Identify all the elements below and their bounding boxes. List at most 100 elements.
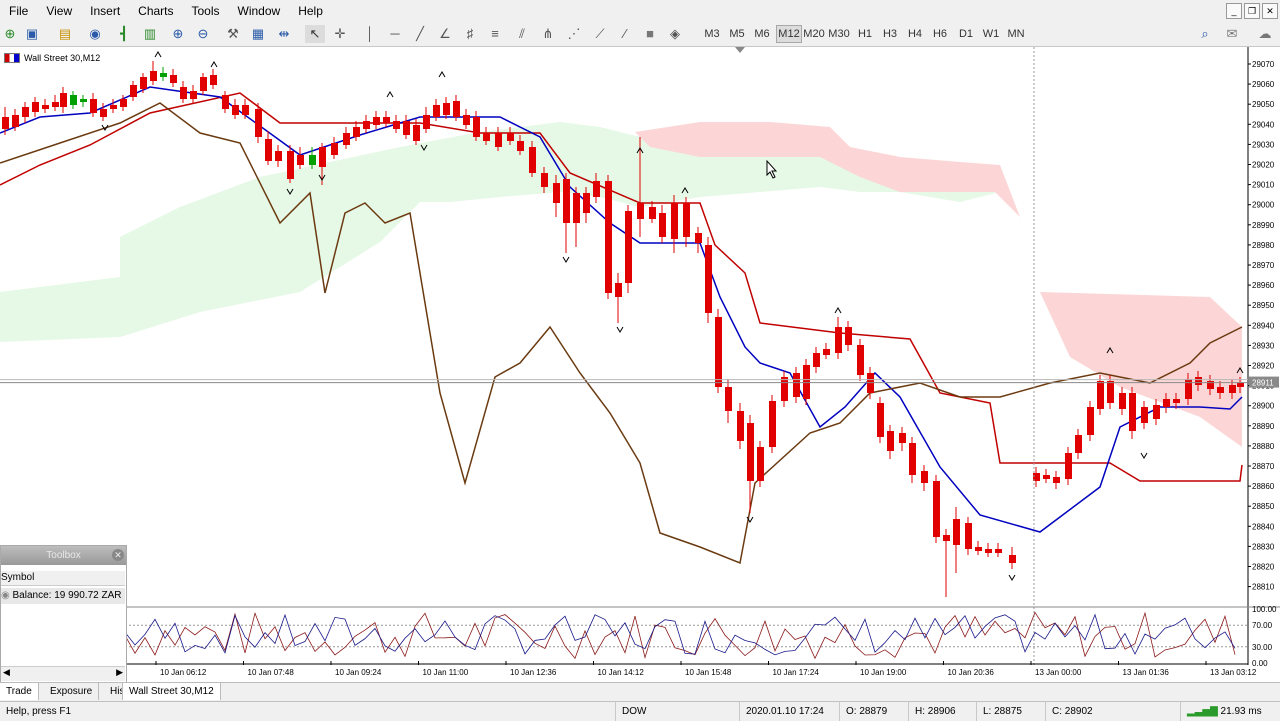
bear-candle xyxy=(130,85,137,97)
menu-file[interactable]: File xyxy=(0,0,37,22)
tf-mn[interactable]: MN xyxy=(1004,26,1028,42)
fractal-up-icon xyxy=(834,307,842,314)
new-chart-icon[interactable]: ⊕ xyxy=(0,25,20,43)
bear-candle xyxy=(52,102,59,107)
trendline-icon[interactable]: ╱ xyxy=(410,25,430,43)
price-tick-label: 28820 xyxy=(1252,563,1275,572)
fractal-down-icon xyxy=(1008,574,1016,581)
indicator-tick-label: 30.00 xyxy=(1252,643,1273,652)
price-tick-label: 29040 xyxy=(1252,120,1275,129)
bear-candle xyxy=(887,431,894,451)
price-tick-label: 29010 xyxy=(1252,181,1275,190)
close-icon[interactable]: ✕ xyxy=(1262,3,1278,19)
tile-icon[interactable]: ▦ xyxy=(248,25,268,43)
gann-icon[interactable]: ⋰ xyxy=(564,25,584,43)
cursor-icon[interactable]: ↖ xyxy=(305,25,325,43)
minimize-icon[interactable]: _ xyxy=(1226,3,1242,19)
toolbox-title[interactable]: Toolbox xyxy=(1,546,126,565)
horizontal-scrollbar[interactable]: ◀ ▶ xyxy=(1,666,125,681)
bear-candle xyxy=(110,105,117,109)
tools-icon[interactable]: ⚒ xyxy=(223,25,243,43)
bear-candle xyxy=(150,71,157,81)
shapes-icon[interactable]: ◈ xyxy=(665,25,685,43)
bear-candle xyxy=(180,87,187,99)
rectangle-icon[interactable]: ■ xyxy=(640,25,660,43)
bear-candle xyxy=(331,143,338,155)
price-tick-label: 29070 xyxy=(1252,60,1275,69)
fibonacci-icon[interactable]: ♯ xyxy=(460,25,480,43)
balance-text: Balance: 19 990.72 ZAR xyxy=(12,590,122,601)
tf-m20[interactable]: M20 xyxy=(802,26,826,42)
profiles-icon[interactable]: ▣ xyxy=(22,25,42,43)
chart-window-tab[interactable]: Wall Street 30,M12 xyxy=(122,683,221,700)
scroll-right-icon[interactable]: ▶ xyxy=(116,667,123,678)
signals-icon[interactable]: ☁ xyxy=(1255,25,1275,43)
menu-help[interactable]: Help xyxy=(289,0,332,22)
tf-m6[interactable]: M6 xyxy=(750,26,774,42)
bear-candle xyxy=(583,193,590,213)
bear-candle xyxy=(373,117,380,125)
tab-trade[interactable]: Trade xyxy=(0,683,39,700)
bear-candle xyxy=(60,93,67,107)
tf-m5[interactable]: M5 xyxy=(725,26,749,42)
elliott-icon[interactable]: ⟋ xyxy=(590,25,610,43)
bar-chart-icon[interactable]: ┫ xyxy=(114,25,134,43)
chat-icon[interactable]: ✉ xyxy=(1222,25,1242,43)
tf-m3[interactable]: M3 xyxy=(700,26,724,42)
zoom-in-icon[interactable]: ⊕ xyxy=(168,25,188,43)
bear-candle xyxy=(140,77,147,89)
bottom-tabs: Trade Exposure His Wall Street 30,M12 xyxy=(0,682,1280,701)
fractal-up-icon xyxy=(438,71,446,78)
parallel-icon[interactable]: ⫽ xyxy=(512,25,532,43)
tf-w1[interactable]: W1 xyxy=(979,26,1003,42)
balance-row[interactable]: ◉ Balance: 19 990.72 ZAR xyxy=(1,588,125,604)
autoscroll-icon[interactable]: ⇹ xyxy=(274,25,294,43)
menu-insert[interactable]: Insert xyxy=(81,0,129,22)
tf-m30[interactable]: M30 xyxy=(827,26,851,42)
tf-h3[interactable]: H3 xyxy=(878,26,902,42)
crosshair-icon[interactable]: ✛ xyxy=(330,25,350,43)
menu-window[interactable]: Window xyxy=(229,0,290,22)
tf-m12[interactable]: M12 xyxy=(776,25,802,43)
bear-candle xyxy=(120,99,127,107)
indicator-tick-label: 70.00 xyxy=(1252,621,1273,630)
restore-icon[interactable]: ❐ xyxy=(1244,3,1260,19)
horizontal-line-icon[interactable]: ─ xyxy=(385,25,405,43)
cycle-icon[interactable]: ∕ xyxy=(615,25,635,43)
tf-h4[interactable]: H4 xyxy=(903,26,927,42)
bear-candle xyxy=(1053,477,1060,483)
bear-candle xyxy=(363,121,370,129)
zoom-out-icon[interactable]: ⊖ xyxy=(193,25,213,43)
tf-h1[interactable]: H1 xyxy=(853,26,877,42)
bear-candle xyxy=(90,99,97,113)
pitchfork-icon[interactable]: ⋔ xyxy=(538,25,558,43)
candlestick-icon[interactable]: ▥ xyxy=(140,25,160,43)
tab-exposure[interactable]: Exposure xyxy=(44,683,100,700)
menu-charts[interactable]: Charts xyxy=(129,0,182,22)
bear-candle xyxy=(965,523,972,549)
column-header-symbol[interactable]: Symbol xyxy=(1,571,125,586)
bear-candle xyxy=(953,519,960,545)
price-tick-label: 28950 xyxy=(1252,301,1275,310)
price-chart[interactable]: 29070 29060 29050 29040 29030 29020 29010 29000… xyxy=(0,47,1280,682)
tf-d1[interactable]: D1 xyxy=(954,26,978,42)
scroll-left-icon[interactable]: ◀ xyxy=(3,667,10,678)
angle-icon[interactable]: ∠ xyxy=(435,25,455,43)
bear-candle xyxy=(275,151,282,161)
market-watch-icon[interactable]: ▤ xyxy=(55,25,75,43)
bear-candle xyxy=(671,203,678,239)
navigator-icon[interactable]: ◉ xyxy=(85,25,105,43)
time-tick-label: 10 Jan 07:48 xyxy=(248,668,295,677)
search-icon[interactable]: ⌕ xyxy=(1195,25,1215,43)
bear-candle xyxy=(1185,379,1192,399)
bear-candle xyxy=(803,365,810,399)
vertical-line-icon[interactable]: │ xyxy=(360,25,380,43)
tf-h6[interactable]: H6 xyxy=(928,26,952,42)
bear-candle xyxy=(287,151,294,179)
bear-candle xyxy=(649,207,656,219)
menu-tools[interactable]: Tools xyxy=(183,0,229,22)
indicator-tick-label: 0.00 xyxy=(1252,659,1268,668)
channel-icon[interactable]: ≡ xyxy=(485,25,505,43)
menu-view[interactable]: View xyxy=(37,0,81,22)
close-icon[interactable]: ✕ xyxy=(112,549,124,561)
